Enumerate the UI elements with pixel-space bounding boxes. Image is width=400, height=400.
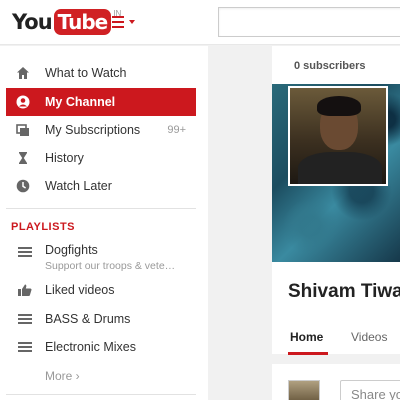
playlist-icon: [18, 314, 32, 324]
tab-home[interactable]: Home: [290, 330, 323, 344]
sidebar-item-what-to-watch[interactable]: What to Watch: [6, 59, 196, 87]
sidebar-item-label: BASS & Drums: [45, 312, 131, 326]
playlist-icon: [18, 342, 32, 352]
avatar-photo-body: [298, 152, 382, 184]
active-tab-indicator: [288, 352, 328, 355]
logo-you-text: You: [12, 10, 53, 34]
sidebar-item-playlist-dogfights[interactable]: Dogfights Support our troops & vete…: [6, 242, 196, 276]
youtube-logo[interactable]: You Tube IN: [12, 7, 121, 37]
hourglass-icon: [19, 152, 27, 164]
channel-title: Shivam Tiwa: [288, 281, 400, 302]
sidebar-divider: [6, 394, 196, 395]
sidebar-item-playlist-electronic-mixes[interactable]: Electronic Mixes: [6, 338, 196, 358]
sidebar-item-label: History: [45, 151, 84, 165]
sidebar-item-my-subscriptions[interactable]: My Subscriptions 99+: [6, 116, 196, 144]
logo-tube-text: Tube: [53, 9, 112, 35]
playlist-icon: [18, 247, 32, 257]
guide-sidebar: What to Watch My Channel My Subscription…: [0, 46, 208, 400]
sidebar-item-my-channel[interactable]: My Channel: [6, 88, 196, 116]
sidebar-item-label: Liked videos: [45, 283, 115, 297]
clock-icon: [16, 179, 30, 193]
channel-avatar[interactable]: [288, 86, 388, 186]
share-box: Share yo: [272, 364, 400, 400]
sidebar-item-label: What to Watch: [45, 66, 127, 80]
user-circle-icon: [16, 95, 30, 109]
avatar-photo-hair: [317, 96, 361, 116]
sidebar-item-watch-later[interactable]: Watch Later: [6, 172, 196, 200]
channel-banner: [272, 84, 400, 262]
subscriptions-icon: [16, 124, 29, 136]
sidebar-item-playlist-bass-drums[interactable]: BASS & Drums: [6, 310, 196, 330]
sidebar-item-liked-videos[interactable]: Liked videos: [6, 281, 196, 301]
subscriptions-count-badge: 99+: [167, 124, 186, 136]
tab-videos[interactable]: Videos: [351, 330, 387, 344]
chevron-down-icon: [129, 20, 135, 24]
sidebar-item-label: Electronic Mixes: [45, 340, 136, 354]
share-input[interactable]: Share yo: [340, 380, 400, 400]
playlists-more-link[interactable]: More ›: [45, 369, 80, 383]
guide-menu-button[interactable]: [112, 14, 138, 30]
sidebar-item-history[interactable]: History: [6, 144, 196, 172]
playlist-description: Support our troops & vete…: [45, 260, 176, 272]
thumbs-up-icon: [18, 284, 32, 296]
search-input[interactable]: [218, 7, 400, 37]
sidebar-divider: [6, 208, 196, 209]
avatar: [288, 380, 320, 400]
subscriber-count: 0 subscribers: [294, 60, 366, 72]
menu-icon-bar: [112, 21, 124, 23]
menu-icon-bar: [112, 16, 124, 18]
masthead: You Tube IN: [0, 0, 400, 45]
home-icon: [17, 67, 29, 79]
sidebar-item-label: Watch Later: [45, 179, 112, 193]
playlists-heading: PLAYLISTS: [11, 221, 75, 233]
menu-icon-bar: [112, 26, 124, 28]
sidebar-item-label: My Channel: [45, 95, 116, 109]
sidebar-item-label: Dogfights: [45, 243, 98, 257]
sidebar-item-label: My Subscriptions: [45, 123, 141, 137]
channel-panel: 0 subscribers Shivam Tiwa Home Videos: [272, 46, 400, 355]
